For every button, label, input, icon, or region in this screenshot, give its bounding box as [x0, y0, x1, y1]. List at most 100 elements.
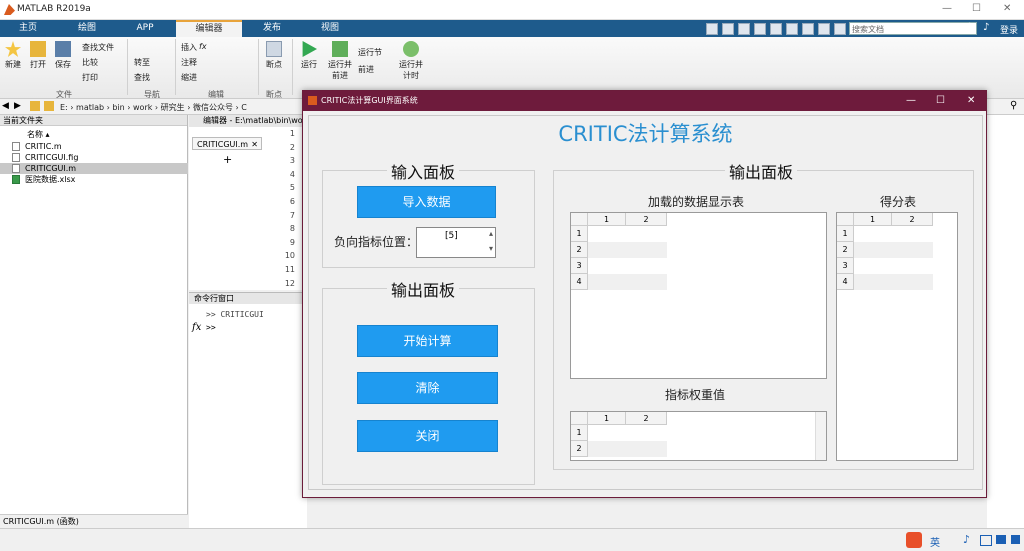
close-button[interactable]: 关闭	[357, 420, 498, 452]
add-tab-icon[interactable]: +	[223, 153, 232, 166]
folder-icon[interactable]	[30, 101, 40, 111]
file-item[interactable]: CRITIC.m	[0, 141, 188, 152]
divider	[127, 39, 128, 95]
run-section-button[interactable]: 运行节	[358, 47, 382, 58]
advance-button[interactable]: 前进	[358, 64, 374, 75]
close-icon[interactable]: ✕	[251, 138, 258, 151]
table-row[interactable]	[854, 274, 933, 290]
table-row[interactable]	[588, 258, 667, 274]
command-prompt[interactable]: >>	[206, 323, 216, 332]
file-item[interactable]: 医院数据.xlsx	[0, 174, 188, 185]
insert-button[interactable]: 插入	[181, 42, 197, 53]
fx-icon[interactable]: fx	[199, 42, 207, 51]
file-item[interactable]: CRITICGUI.m	[0, 163, 188, 174]
editor-tab[interactable]: CRITICGUI.m ✕	[192, 137, 262, 150]
grid-icon[interactable]	[1011, 535, 1020, 544]
fx-icon[interactable]: fx	[192, 322, 201, 333]
run-advance-button[interactable]: 运行并前进	[326, 41, 354, 81]
switch-windows-icon[interactable]	[802, 23, 814, 35]
maximize-icon[interactable]: ☐	[972, 3, 981, 14]
find-file-button[interactable]: 查找文件	[82, 42, 114, 53]
table-row[interactable]	[588, 226, 667, 242]
line-number: 4	[289, 169, 295, 179]
import-data-button[interactable]: 导入数据	[357, 186, 496, 218]
search-icon[interactable]: ⚲	[1010, 100, 1017, 111]
cut-icon[interactable]	[722, 23, 734, 35]
run-time-icon	[403, 41, 419, 57]
clear-button[interactable]: 清除	[357, 372, 498, 404]
settings-icon[interactable]	[834, 23, 846, 35]
column-header[interactable]: 名称 ▴	[0, 129, 188, 140]
keyboard-icon[interactable]	[980, 535, 992, 546]
ime-language[interactable]: 英	[930, 534, 940, 549]
tab-publish[interactable]: 发布	[246, 20, 298, 37]
login-link[interactable]: 登录	[1000, 23, 1018, 36]
compare-button[interactable]: 比较	[82, 57, 98, 68]
weight-table[interactable]: 1 2 1 2	[570, 411, 827, 461]
breadcrumb[interactable]: E: › matlab › bin › work › 研究生 › 微信公众号 ›…	[60, 102, 247, 113]
goto-button[interactable]: 转至	[134, 57, 150, 68]
file-item[interactable]: CRITICGUI.fig	[0, 152, 188, 163]
scrollbar[interactable]	[815, 412, 826, 460]
column-header: 2	[892, 213, 933, 226]
table-row[interactable]	[588, 441, 667, 457]
shirt-icon[interactable]	[996, 535, 1006, 544]
table-row[interactable]	[854, 258, 933, 274]
run-button[interactable]: 运行	[298, 41, 320, 70]
run-advance-icon	[332, 41, 348, 57]
help-icon[interactable]	[818, 23, 830, 35]
microphone-icon[interactable]: ♪	[963, 533, 970, 546]
gui-titlebar[interactable]: CRITIC法计算GUI界面系统 — ☐ ✕	[303, 91, 986, 111]
tab-home[interactable]: 主页	[4, 20, 52, 37]
negative-index-input[interactable]: [5] ▴ ▾	[416, 227, 496, 258]
run-icon	[302, 41, 317, 57]
sogou-ime-icon[interactable]	[906, 532, 922, 548]
open-button[interactable]: 打开	[28, 41, 48, 70]
table-row[interactable]	[854, 242, 933, 258]
ribbon-tabs: 主页 绘图 APP 编辑器 发布 视图 搜索文档 ⚲ ♪ 登录	[0, 20, 1024, 39]
table-row[interactable]	[588, 425, 667, 441]
close-icon[interactable]: ✕	[1003, 3, 1011, 14]
save-button[interactable]: 保存	[53, 41, 73, 70]
copy-icon[interactable]	[738, 23, 750, 35]
breakpoints-button[interactable]: 断点	[263, 41, 285, 70]
find-button[interactable]: 查找	[134, 72, 150, 83]
spin-up-icon[interactable]: ▴	[489, 229, 493, 238]
minimize-icon[interactable]: —	[942, 3, 952, 14]
tab-view[interactable]: 视图	[304, 20, 356, 37]
details-bar[interactable]: CRITICGUI.m (函数)	[0, 514, 188, 528]
taskbar: 英 ♪	[0, 528, 1024, 551]
run-time-button[interactable]: 运行并计时	[396, 41, 426, 81]
table-row[interactable]	[588, 242, 667, 258]
maximize-icon[interactable]: ☐	[936, 91, 945, 111]
redo-icon[interactable]	[786, 23, 798, 35]
table-row[interactable]	[588, 274, 667, 290]
column-header: 1	[588, 213, 626, 226]
comment-button[interactable]: 注释	[181, 57, 197, 68]
close-icon[interactable]: ✕	[967, 91, 975, 111]
new-button[interactable]: 新建	[3, 41, 23, 70]
minimize-icon[interactable]: —	[906, 91, 916, 111]
undo-icon[interactable]	[770, 23, 782, 35]
save-icon[interactable]	[706, 23, 718, 35]
paste-icon[interactable]	[754, 23, 766, 35]
indent-button[interactable]: 缩进	[181, 72, 197, 83]
browse-icon[interactable]	[44, 101, 54, 111]
command-window[interactable]: 命令行窗口 >> CRITICGUI fx >>	[189, 292, 307, 528]
start-calculation-button[interactable]: 开始计算	[357, 325, 498, 357]
search-icon[interactable]: ⚲	[966, 22, 973, 33]
tab-plots[interactable]: 绘图	[60, 20, 114, 37]
line-number: 10	[284, 251, 295, 261]
bell-icon[interactable]: ♪	[983, 22, 989, 33]
print-button[interactable]: 打印	[82, 72, 98, 83]
column-header: 1	[854, 213, 892, 226]
matlab-logo-icon	[4, 4, 15, 15]
search-input[interactable]: 搜索文档	[849, 22, 977, 35]
forward-icon[interactable]: ▶	[14, 101, 21, 111]
score-table[interactable]: 1 2 1 2 3 4	[836, 212, 958, 461]
tab-apps[interactable]: APP	[120, 20, 170, 37]
table-row[interactable]	[854, 226, 933, 242]
data-table[interactable]: 1 2 1 2 3 4	[570, 212, 827, 379]
spin-down-icon[interactable]: ▾	[489, 244, 493, 253]
back-icon[interactable]: ◀	[2, 101, 9, 111]
